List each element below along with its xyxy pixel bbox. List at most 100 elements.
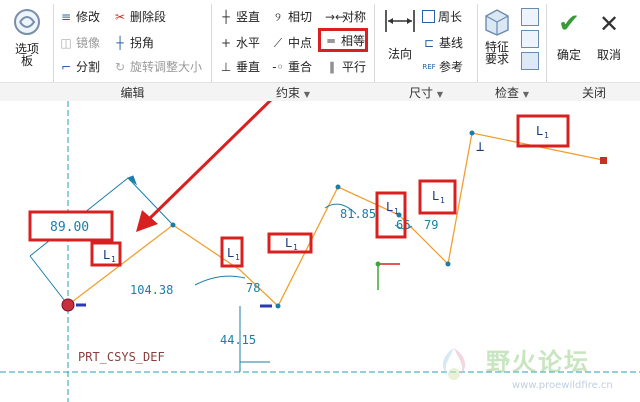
svg-text:L: L bbox=[227, 246, 234, 260]
svg-text:L: L bbox=[285, 236, 292, 250]
dimension-group-title-wrap[interactable]: 尺寸 ▼ bbox=[376, 84, 476, 101]
watermark: 野火论坛 www.proewildfire.cn bbox=[430, 338, 640, 400]
rotate-resize-button[interactable]: ↻ 旋转调整大小 bbox=[113, 58, 202, 75]
constraints-group-title: 约束 bbox=[276, 86, 301, 100]
symmetric-label: 对称 bbox=[342, 10, 367, 24]
midpoint-icon: ⟋ bbox=[273, 35, 283, 50]
normal-dimension-label: 法向 bbox=[387, 47, 412, 61]
watermark-brand: 野火论坛 bbox=[486, 348, 590, 376]
svg-text:1: 1 bbox=[111, 255, 116, 264]
mirror-label: 镜像 bbox=[76, 36, 101, 50]
feature-requirements-label: 特征 要求 bbox=[484, 40, 509, 66]
dimension-highlight-89: 89.00 bbox=[28, 210, 114, 242]
svg-text:1: 1 bbox=[440, 196, 445, 205]
angle5-dimension-text[interactable]: 79 bbox=[424, 218, 438, 232]
angle2-dimension-text[interactable]: 78 bbox=[246, 281, 260, 295]
ok-button[interactable]: ✔ 确定 bbox=[550, 10, 588, 63]
coincident-label: 重合 bbox=[288, 60, 313, 74]
angle-arc-78[interactable] bbox=[194, 275, 246, 286]
equal-marker-5: L 1 bbox=[418, 179, 457, 215]
vertical-label: 竖直 bbox=[236, 10, 261, 24]
horizontal-button[interactable]: + 水平 bbox=[219, 34, 260, 51]
close-group-title: 关闭 bbox=[581, 86, 606, 100]
divide-button[interactable]: ⌐ 分割 bbox=[59, 58, 100, 75]
modify-button[interactable]: ≡ 修改 bbox=[59, 8, 100, 25]
reference-icon: REF bbox=[422, 62, 436, 71]
vertical-icon: ┼ bbox=[222, 9, 230, 24]
dimension-group-title: 尺寸 bbox=[409, 86, 434, 100]
close-icon: ✕ bbox=[598, 10, 620, 38]
shade-closed-icon[interactable] bbox=[521, 52, 539, 70]
normal-dimension-icon bbox=[385, 10, 415, 32]
perpendicular-button[interactable]: ⊥ 垂直 bbox=[219, 58, 260, 75]
svg-text:L: L bbox=[432, 189, 439, 203]
angle3-dimension-text[interactable]: 81.85 bbox=[340, 207, 376, 221]
coincident-button[interactable]: -◦ 重合 bbox=[271, 58, 312, 75]
ok-label: 确定 bbox=[556, 48, 581, 62]
cancel-label: 取消 bbox=[596, 48, 621, 62]
perimeter-icon bbox=[422, 10, 435, 23]
chevron-down-icon: ▼ bbox=[303, 90, 310, 99]
corner-label: 拐角 bbox=[130, 36, 155, 50]
equal-marker-3: L 1 bbox=[267, 232, 313, 254]
svg-text:L: L bbox=[536, 124, 543, 138]
inspect-group-title-wrap[interactable]: 检查 ▼ bbox=[479, 84, 545, 101]
palette-icon bbox=[14, 9, 40, 35]
symmetric-button[interactable]: →← 对称 bbox=[325, 8, 366, 25]
end-point-marker[interactable] bbox=[600, 157, 607, 164]
rotate-resize-icon: ↻ bbox=[114, 59, 126, 74]
midpoint-button[interactable]: ⟋ 中点 bbox=[271, 34, 312, 51]
sketch-csys-icon bbox=[375, 261, 400, 290]
group-titles-bar: 编辑 约束 ▼ 尺寸 ▼ 检查 ▼ 关闭 bbox=[0, 82, 640, 101]
parallel-button[interactable]: ∥ 平行 bbox=[325, 58, 366, 75]
chevron-down-icon: ▼ bbox=[436, 90, 443, 99]
origin-point[interactable] bbox=[61, 298, 75, 312]
corner-icon: ┼ bbox=[116, 35, 124, 50]
normal-dimension-button[interactable]: 法向 bbox=[380, 8, 420, 62]
height-dimension-text[interactable]: 44.15 bbox=[220, 333, 256, 347]
delete-segment-button[interactable]: ✂ 删除段 bbox=[113, 8, 166, 25]
delete-segment-icon: ✂ bbox=[114, 9, 126, 24]
mirror-button[interactable]: ◫ 镜像 bbox=[59, 34, 100, 51]
chevron-down-icon: ▼ bbox=[522, 90, 529, 99]
divide-label: 分割 bbox=[76, 60, 101, 74]
horizontal-label: 水平 bbox=[236, 36, 261, 50]
overlap-icon[interactable] bbox=[521, 8, 539, 26]
svg-text:1: 1 bbox=[544, 131, 549, 140]
tangent-button[interactable]: ୨ 相切 bbox=[271, 8, 312, 25]
reference-label: 参考 bbox=[439, 60, 464, 74]
equal-marker-6: L 1 bbox=[516, 114, 570, 148]
csys-label: PRT_CSYS_DEF bbox=[78, 350, 165, 364]
horizontal-icon: + bbox=[220, 35, 232, 50]
baseline-button[interactable]: ⊏ 基线 bbox=[422, 34, 463, 51]
palette-label: 选项 板 bbox=[14, 42, 39, 68]
vertical-button[interactable]: ┼ 竖直 bbox=[219, 8, 260, 25]
baseline-icon: ⊏ bbox=[423, 35, 435, 50]
baseline-label: 基线 bbox=[439, 36, 464, 50]
feature-requirements-icon bbox=[485, 9, 509, 36]
svg-text:1: 1 bbox=[293, 243, 298, 252]
constraints-group-title-wrap[interactable]: 约束 ▼ bbox=[213, 84, 373, 101]
feature-requirements-button[interactable]: 特征 要求 bbox=[479, 6, 515, 65]
svg-text:1: 1 bbox=[235, 253, 240, 262]
palette-button[interactable]: 选项 板 bbox=[4, 6, 50, 67]
angle4-dimension-text[interactable]: 66 bbox=[396, 218, 410, 232]
svg-text:L: L bbox=[103, 248, 110, 262]
corner-button[interactable]: ┼ 拐角 bbox=[113, 34, 154, 51]
angle-dimension-text[interactable]: 89.00 bbox=[50, 220, 89, 235]
perpendicular-icon: ⊥ bbox=[220, 59, 232, 74]
perpendicular-label: 垂直 bbox=[236, 60, 261, 74]
edit-group-title: 编辑 bbox=[120, 86, 145, 100]
parallel-label: 平行 bbox=[342, 60, 367, 74]
open-ends-icon[interactable] bbox=[521, 30, 539, 48]
callout-arrow bbox=[136, 101, 272, 232]
modify-label: 修改 bbox=[76, 10, 101, 24]
watermark-url: www.proewildfire.cn bbox=[512, 380, 613, 391]
inspect-group-title: 检查 bbox=[495, 86, 520, 100]
reference-button[interactable]: REF 参考 bbox=[422, 58, 463, 75]
modify-icon: ≡ bbox=[60, 9, 72, 24]
length-dimension-text[interactable]: 104.38 bbox=[130, 283, 173, 297]
midpoint-label: 中点 bbox=[288, 36, 313, 50]
perimeter-button[interactable]: 周长 bbox=[422, 8, 462, 25]
cancel-button[interactable]: ✕ 取消 bbox=[590, 10, 628, 63]
